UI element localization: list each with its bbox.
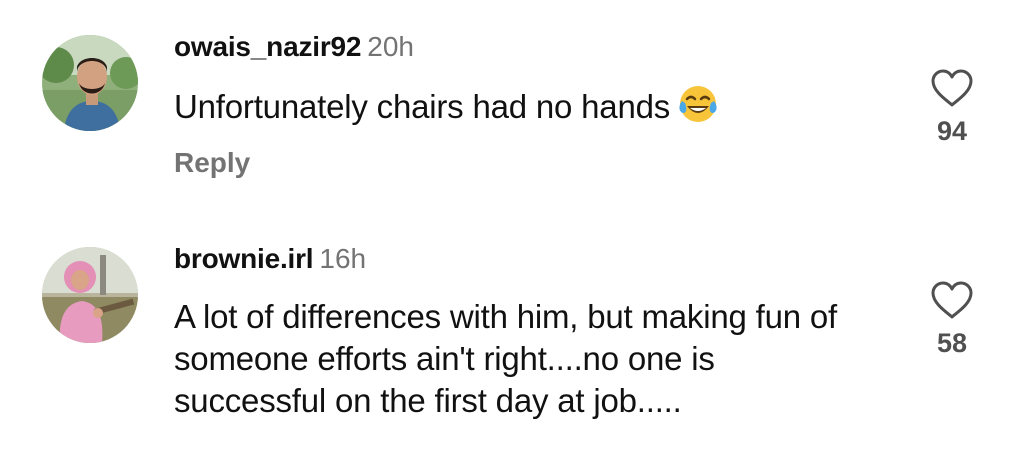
reply-button[interactable]: Reply <box>174 146 874 180</box>
avatar[interactable] <box>42 247 138 343</box>
heart-icon[interactable] <box>930 68 974 108</box>
like-count: 94 <box>936 116 968 146</box>
comment-meta: owais_nazir92 20h <box>174 32 874 62</box>
like-section: 94 <box>922 68 982 146</box>
comment-text: Unfortunately chairs had no hands <box>174 84 874 134</box>
like-count: 58 <box>936 328 968 358</box>
avatar-photo <box>42 247 138 343</box>
face-with-tears-of-joy-icon <box>678 84 718 134</box>
heart-icon[interactable] <box>930 280 974 320</box>
avatar-photo <box>42 35 138 131</box>
comment-text-content: Unfortunately chairs had no hands <box>174 88 671 125</box>
username-link[interactable]: brownie.irl <box>174 243 314 274</box>
comment-text: A lot of differences with him, but makin… <box>174 298 837 419</box>
username-link[interactable]: owais_nazir92 <box>174 31 361 62</box>
comment-timestamp: 20h <box>367 31 414 62</box>
avatar[interactable] <box>42 35 138 131</box>
comment-meta: brownie.irl 16h <box>174 244 874 274</box>
comment-body: brownie.irl 16h A lot of differences with… <box>174 244 874 422</box>
comment-timestamp: 16h <box>319 243 367 274</box>
like-section: 58 <box>922 280 982 358</box>
comment-body: owais_nazir92 20h Unfortunately chairs ha… <box>174 32 874 180</box>
